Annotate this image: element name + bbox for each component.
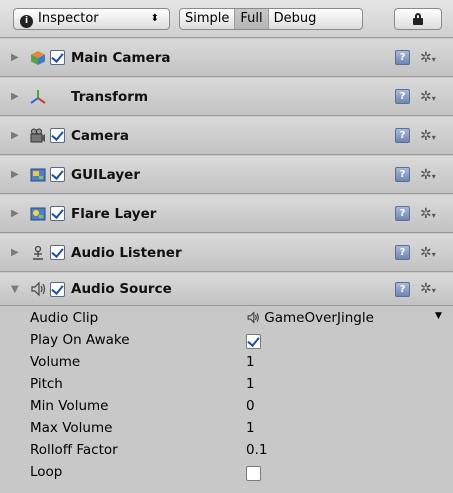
audio-clip-field[interactable]: GameOverJingle	[246, 310, 374, 326]
audio-source-properties: Audio Clip GameOverJingle ▼ Play On Awak…	[0, 306, 453, 493]
max-volume-label: Max Volume	[30, 420, 113, 436]
guilayer-enabled-checkbox[interactable]	[50, 167, 65, 182]
gear-icon[interactable]: ✲▾	[420, 167, 436, 183]
prop-max-volume: Max Volume 1	[0, 418, 453, 440]
collapse-arrow-icon[interactable]: ▶	[11, 208, 20, 219]
collapse-arrow-icon[interactable]: ▶	[11, 91, 20, 102]
min-volume-label: Min Volume	[30, 398, 109, 414]
component-label: Transform	[71, 88, 149, 105]
volume-label: Volume	[30, 354, 81, 370]
info-icon: i	[20, 15, 33, 28]
play-on-awake-label: Play On Awake	[30, 332, 130, 348]
gear-icon[interactable]: ✲▾	[420, 245, 436, 261]
mode-debug[interactable]: Debug	[269, 9, 322, 29]
play-on-awake-checkbox[interactable]	[246, 334, 261, 349]
inspector-dropdown[interactable]: i Inspector ⬍	[13, 8, 170, 30]
gear-icon[interactable]: ✲▾	[420, 128, 436, 144]
collapse-arrow-icon[interactable]: ▶	[11, 247, 20, 258]
gear-icon[interactable]: ✲▾	[420, 50, 436, 66]
help-icon[interactable]: ?	[395, 128, 410, 143]
inspector-label: Inspector	[38, 11, 99, 26]
mode-simple[interactable]: Simple	[180, 9, 236, 29]
gear-icon[interactable]: ✲▾	[420, 281, 436, 297]
component-label: Flare Layer	[71, 205, 157, 222]
dropdown-caret-icon[interactable]: ▼	[435, 311, 442, 321]
audio-source-icon	[30, 281, 46, 297]
component-transform[interactable]: ▶ Transform ? ✲▾	[0, 78, 453, 116]
component-label: Camera	[71, 127, 130, 144]
component-audio-source[interactable]: ▼ Audio Source ? ✲▾	[0, 273, 453, 306]
prop-loop: Loop	[0, 462, 453, 484]
volume-field[interactable]: 1	[246, 354, 255, 370]
gameobject-cube-icon	[30, 50, 46, 66]
pitch-label: Pitch	[30, 376, 63, 392]
audio-listener-icon	[30, 245, 46, 261]
lock-button[interactable]	[394, 8, 442, 30]
mode-selector: Simple Full Debug	[179, 8, 363, 30]
camera-enabled-checkbox[interactable]	[50, 128, 65, 143]
help-icon[interactable]: ?	[395, 206, 410, 221]
min-volume-field[interactable]: 0	[246, 398, 255, 414]
flare-layer-enabled-checkbox[interactable]	[50, 206, 65, 221]
loop-label: Loop	[30, 464, 63, 480]
audio-listener-enabled-checkbox[interactable]	[50, 245, 65, 260]
collapse-arrow-icon[interactable]: ▶	[11, 52, 20, 63]
component-audio-listener[interactable]: ▶ Audio Listener ? ✲▾	[0, 234, 453, 272]
dropdown-arrows-icon: ⬍	[150, 13, 159, 24]
audio-source-enabled-checkbox[interactable]	[50, 281, 65, 297]
pitch-field[interactable]: 1	[246, 376, 255, 392]
component-main-camera[interactable]: ▶ Main Camera ? ✲▾	[0, 39, 453, 77]
speaker-icon	[247, 311, 259, 324]
audio-clip-value: GameOverJingle	[264, 310, 374, 326]
prop-volume: Volume 1	[0, 352, 453, 374]
collapse-arrow-icon[interactable]: ▶	[11, 130, 20, 141]
collapse-arrow-icon[interactable]: ▶	[11, 169, 20, 180]
gear-icon[interactable]: ✲▾	[420, 206, 436, 222]
help-icon[interactable]: ?	[395, 167, 410, 182]
audio-clip-label: Audio Clip	[30, 310, 99, 326]
prop-pitch: Pitch 1	[0, 374, 453, 396]
rolloff-factor-field[interactable]: 0.1	[246, 442, 267, 458]
prop-audio-clip: Audio Clip GameOverJingle ▼	[0, 308, 453, 330]
component-guilayer[interactable]: ▶ GUILayer ? ✲▾	[0, 156, 453, 194]
prop-min-volume: Min Volume 0	[0, 396, 453, 418]
guilayer-icon	[30, 167, 46, 183]
help-icon[interactable]: ?	[395, 89, 410, 104]
component-label: Audio Listener	[71, 244, 182, 261]
prop-play-on-awake: Play On Awake	[0, 330, 453, 352]
component-flare-layer[interactable]: ▶ Flare Layer ? ✲▾	[0, 195, 453, 233]
transform-axes-icon	[30, 89, 46, 105]
rolloff-factor-label: Rolloff Factor	[30, 442, 118, 458]
expand-arrow-icon[interactable]: ▼	[11, 284, 20, 295]
help-icon[interactable]: ?	[395, 245, 410, 260]
camera-icon	[30, 128, 46, 144]
component-camera[interactable]: ▶ Camera ? ✲▾	[0, 117, 453, 155]
component-label: Audio Source	[71, 281, 172, 297]
prop-rolloff-factor: Rolloff Factor 0.1	[0, 440, 453, 462]
max-volume-field[interactable]: 1	[246, 420, 255, 436]
flare-layer-icon	[30, 206, 46, 222]
gear-icon[interactable]: ✲▾	[420, 89, 436, 105]
component-label: GUILayer	[71, 166, 140, 183]
loop-checkbox[interactable]	[246, 466, 261, 481]
lock-icon	[413, 13, 423, 25]
help-icon[interactable]: ?	[395, 50, 410, 65]
inspector-toolbar: i Inspector ⬍ Simple Full Debug	[0, 0, 453, 38]
mode-full[interactable]: Full	[235, 9, 269, 29]
main-camera-enabled-checkbox[interactable]	[50, 50, 65, 65]
component-label: Main Camera	[71, 49, 171, 66]
help-icon[interactable]: ?	[395, 281, 410, 297]
